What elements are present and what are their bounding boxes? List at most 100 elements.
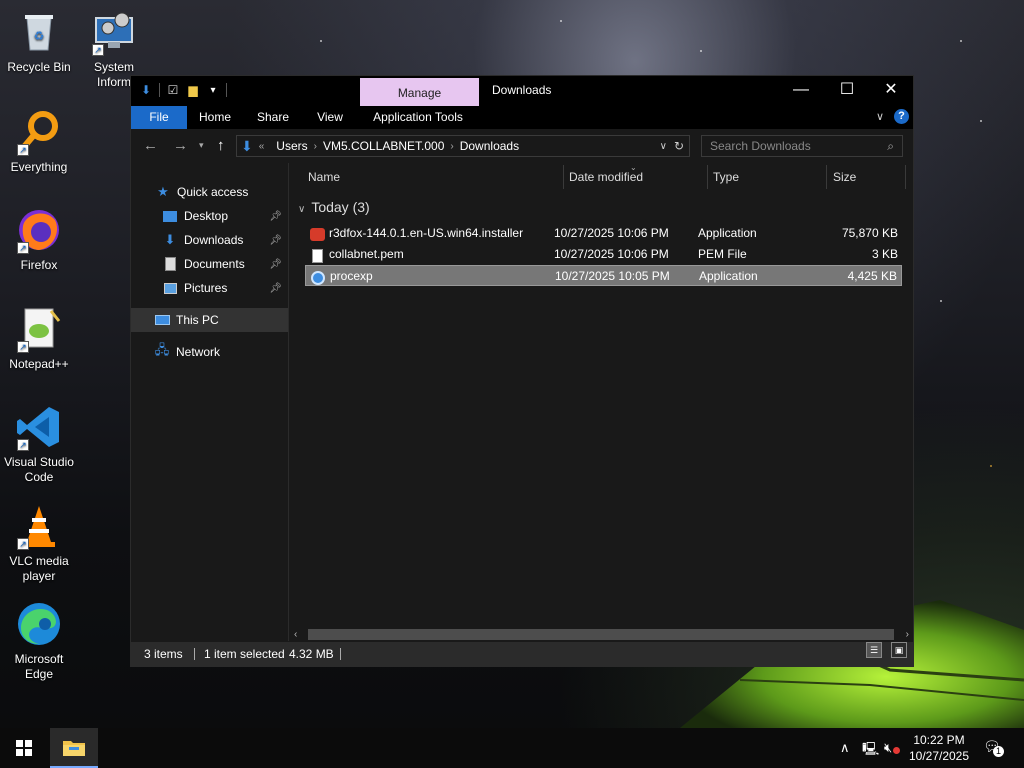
- start-button[interactable]: [0, 728, 48, 768]
- expand-ribbon-chevron-icon[interactable]: ∨: [876, 110, 884, 123]
- tab-home[interactable]: Home: [193, 106, 237, 129]
- address-history-chevron-icon[interactable]: ∨: [660, 141, 667, 152]
- notification-center-button[interactable]: 💬︎ 1: [983, 738, 1004, 757]
- new-folder-icon[interactable]: ▆: [186, 82, 200, 98]
- table-row[interactable]: procexp 10/27/2025 10:05 PM Application 4,4…: [305, 265, 902, 286]
- horizontal-scrollbar[interactable]: ‹ ›: [290, 627, 913, 642]
- customize-toolbar-chevron-icon[interactable]: ▾: [206, 82, 220, 98]
- manage-contextual-tab[interactable]: Manage: [360, 78, 479, 106]
- taskbar-file-explorer[interactable]: [50, 728, 98, 768]
- star: [980, 120, 982, 122]
- file-list[interactable]: ⌄ Name Date modified Type Size ∨ Today (3…: [290, 163, 913, 641]
- pin-icon[interactable]: 📌︎: [269, 259, 282, 270]
- close-button[interactable]: ✕: [868, 76, 914, 106]
- status-size: 4.32 MB: [289, 647, 334, 661]
- tab-view[interactable]: View: [309, 106, 351, 129]
- star: [990, 465, 992, 467]
- minimize-button[interactable]: —: [778, 76, 824, 106]
- file-explorer-window[interactable]: ⬇ ☑ ▆ ▾ Manage Downloads — ☐ ✕ File Home…: [130, 75, 914, 667]
- pin-icon[interactable]: 📌︎: [269, 283, 282, 294]
- desktop-icon-edge[interactable]: Microsoft Edge: [1, 600, 77, 682]
- address-overflow[interactable]: «: [259, 141, 265, 152]
- nav-quick-access[interactable]: ★ Quick access: [131, 180, 288, 204]
- maximize-button[interactable]: ☐: [824, 76, 870, 106]
- column-divider[interactable]: [905, 165, 906, 189]
- forward-button[interactable]: →: [173, 137, 188, 154]
- star: [700, 50, 702, 52]
- table-row[interactable]: r3dfox-144.0.1.en-US.win64.installer 10/2…: [305, 223, 902, 244]
- address-row: ← → ▾ ↑ ⬇ « Users › VM5.COLLABNET.000 › …: [131, 129, 913, 163]
- nav-this-pc[interactable]: This PC: [131, 308, 288, 332]
- clock[interactable]: 10:22 PM 10/27/2025: [906, 732, 972, 764]
- pin-icon[interactable]: 📌︎: [269, 235, 282, 246]
- scroll-left-icon[interactable]: ‹: [294, 627, 297, 642]
- ribbon-tabs: File Home Share View Application Tools ∨…: [131, 106, 913, 129]
- toolbar-divider: [226, 83, 227, 97]
- up-button[interactable]: ↑: [217, 137, 225, 154]
- address-bar[interactable]: ⬇ « Users › VM5.COLLABNET.000 › Download…: [236, 135, 690, 157]
- group-header-today[interactable]: ∨ Today (3): [298, 199, 370, 215]
- nav-desktop[interactable]: Desktop 📌︎: [131, 204, 288, 228]
- column-divider[interactable]: [563, 165, 564, 189]
- back-button[interactable]: ←: [143, 137, 158, 154]
- tab-application-tools[interactable]: Application Tools: [363, 106, 473, 129]
- status-item-count: 3 items: [144, 647, 183, 661]
- properties-icon[interactable]: ☑: [166, 82, 180, 98]
- status-divider: [340, 648, 341, 660]
- breadcrumb-vm5[interactable]: VM5.COLLABNET.000: [323, 139, 444, 153]
- search-input[interactable]: Search Downloads ⌕: [701, 135, 903, 157]
- shortcut-arrow-icon: ↗: [17, 538, 29, 550]
- recent-locations-chevron-icon[interactable]: ▾: [199, 140, 204, 151]
- tab-file[interactable]: File: [131, 106, 187, 129]
- star: [960, 40, 962, 42]
- column-header-size[interactable]: Size: [833, 163, 856, 191]
- large-icons-view-button[interactable]: ▣: [891, 642, 907, 658]
- column-divider[interactable]: [826, 165, 827, 189]
- pin-icon[interactable]: 📌︎: [269, 211, 282, 222]
- network-status-icon[interactable]: 🖳︎: [862, 740, 879, 762]
- edge-icon: [15, 600, 63, 648]
- file-name: collabnet.pem: [329, 247, 404, 261]
- desktop-icon-vlc[interactable]: ↗ VLC media player: [1, 502, 77, 584]
- volume-muted-icon[interactable]: 🔇︎: [884, 740, 892, 756]
- column-header-name[interactable]: Name: [308, 163, 340, 191]
- status-selected: 1 item selected: [204, 647, 285, 661]
- nav-pictures[interactable]: Pictures 📌︎: [131, 276, 288, 300]
- column-divider[interactable]: [707, 165, 708, 189]
- desktop-icon-recycle-bin[interactable]: ♻ Recycle Bin: [1, 8, 77, 75]
- show-hidden-icons-chevron-icon[interactable]: ∧: [840, 740, 850, 756]
- refresh-icon[interactable]: ↻: [674, 139, 684, 153]
- scrollbar-thumb[interactable]: [308, 629, 894, 640]
- desktop-icon-everything[interactable]: ↗ Everything: [1, 108, 77, 175]
- breadcrumb-users[interactable]: Users: [276, 139, 307, 153]
- column-header-date-modified[interactable]: Date modified: [569, 163, 643, 191]
- help-icon[interactable]: ?: [894, 109, 909, 124]
- nav-downloads[interactable]: ⬇ Downloads 📌︎: [131, 228, 288, 252]
- desktop-icon-label: Everything: [10, 160, 68, 174]
- table-row[interactable]: collabnet.pem 10/27/2025 10:06 PM PEM File…: [305, 244, 902, 265]
- star: [320, 40, 322, 42]
- folder-icon: [63, 741, 85, 756]
- taskbar: ∧ 🖳︎ 🔇︎ 10:22 PM 10/27/2025 💬︎ 1: [0, 728, 1024, 768]
- details-view-button[interactable]: ☰: [866, 642, 882, 658]
- file-date-modified: 10/27/2025 10:06 PM: [554, 226, 669, 240]
- tab-share[interactable]: Share: [251, 106, 295, 129]
- nav-network[interactable]: 🖧︎ Network: [131, 340, 288, 364]
- toolbar-divider: [159, 83, 160, 97]
- column-header-type[interactable]: Type: [713, 163, 739, 191]
- desktop-icon-label: VLC media player: [9, 554, 69, 583]
- nav-documents[interactable]: Documents 📌︎: [131, 252, 288, 276]
- desktop-icon-vscode[interactable]: ↗ Visual Studio Code: [1, 403, 77, 485]
- shortcut-arrow-icon: ↗: [17, 439, 29, 451]
- breadcrumb-downloads[interactable]: Downloads: [460, 139, 519, 153]
- desktop-icon-notepad-plus-plus[interactable]: ↗ Notepad++: [1, 305, 77, 372]
- navigation-pane[interactable]: ★ Quick access Desktop 📌︎ ⬇ Downloads 📌︎…: [131, 163, 289, 641]
- shortcut-arrow-icon: ↗: [17, 144, 29, 156]
- nav-label: Network: [176, 345, 221, 359]
- r3dfox-installer-icon: [309, 225, 325, 241]
- download-arrow-icon: ⬇: [164, 232, 176, 247]
- desktop-icon-firefox[interactable]: ↗ Firefox: [1, 206, 77, 273]
- scroll-right-icon[interactable]: ›: [906, 627, 909, 642]
- title-bar[interactable]: ⬇ ☑ ▆ ▾ Manage Downloads — ☐ ✕: [131, 76, 913, 106]
- svg-text:♻: ♻: [34, 29, 45, 43]
